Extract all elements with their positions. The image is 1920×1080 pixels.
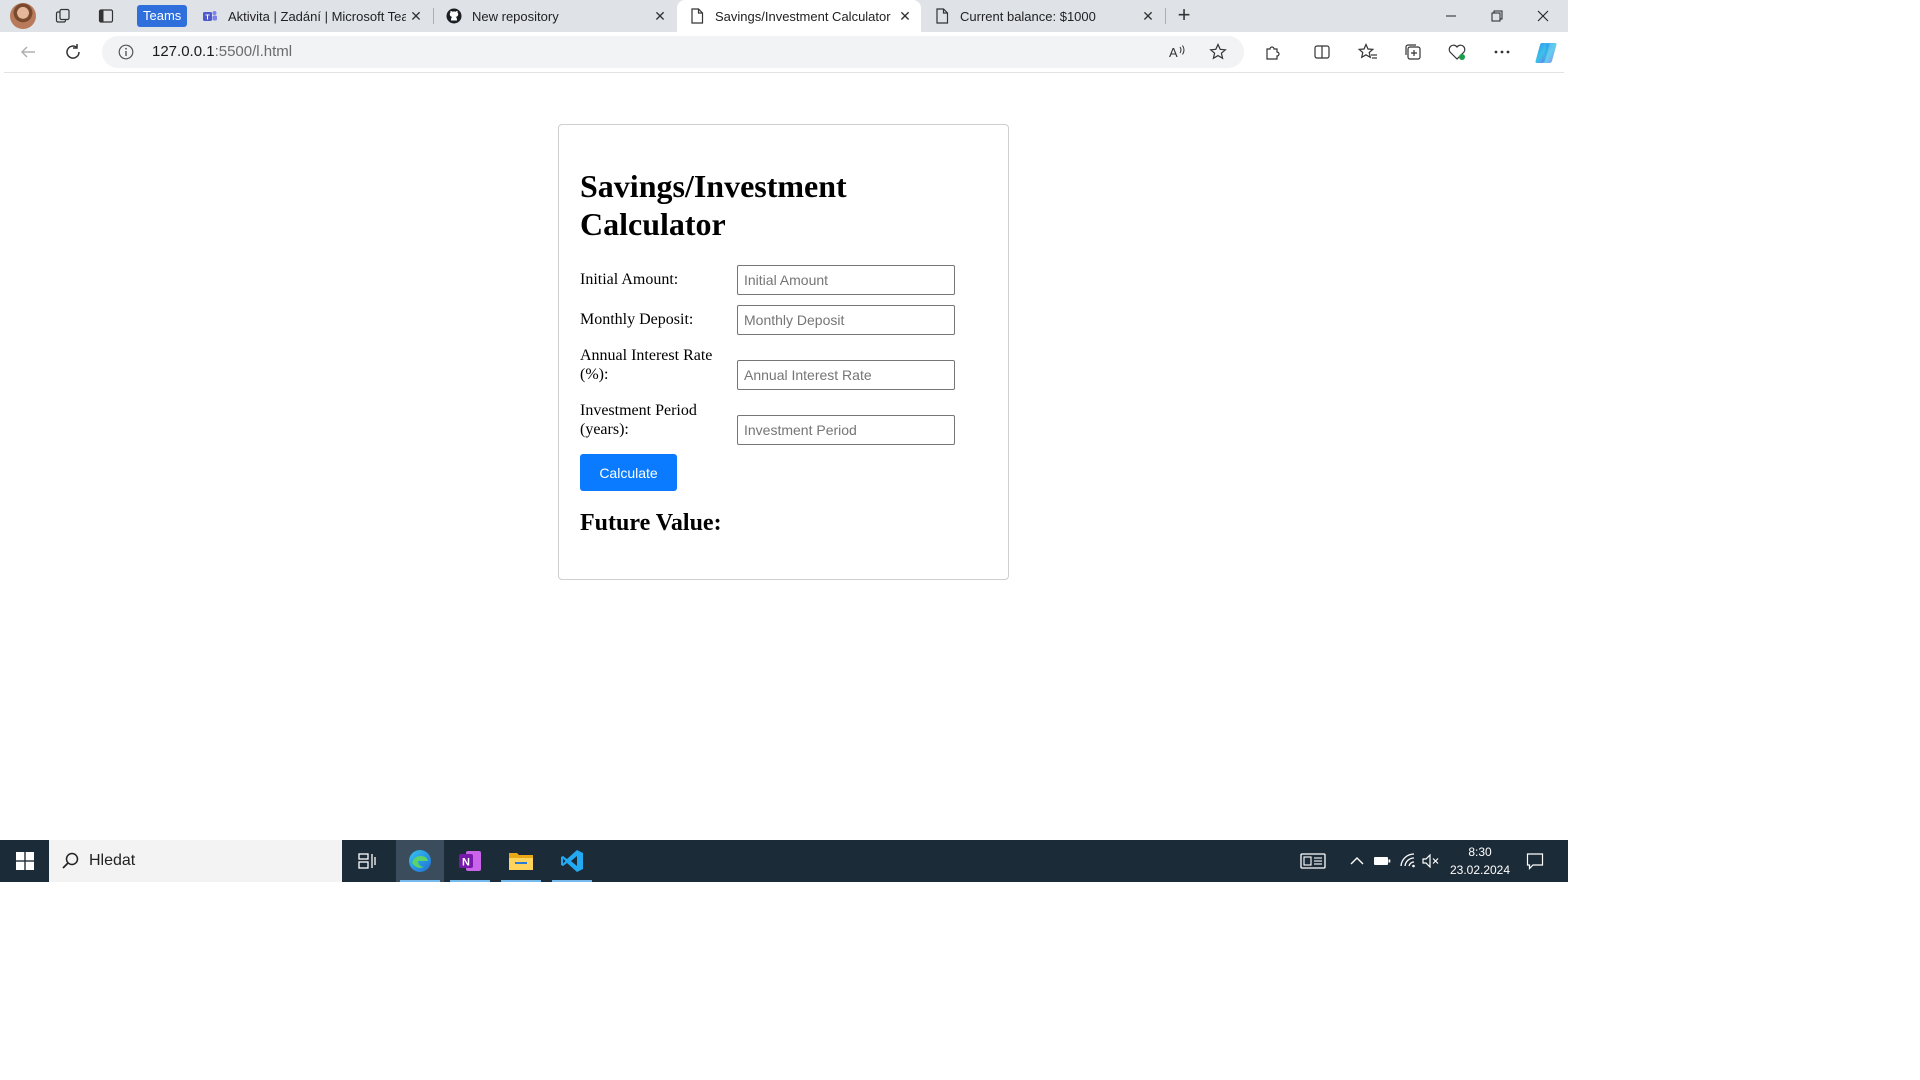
close-tab-icon[interactable]: ✕ xyxy=(406,8,426,25)
favorite-star-icon[interactable] xyxy=(1206,40,1230,64)
github-icon xyxy=(446,8,462,24)
monthly-deposit-label: Monthly Deposit: xyxy=(580,311,694,328)
tab-bar: Teams T Aktivita | Zadání | Microsoft Te… xyxy=(0,0,1568,32)
tab-title: Aktivita | Zadání | Microsoft Teams xyxy=(228,8,406,24)
investment-period-label: Investment Period (years): xyxy=(580,402,697,438)
read-aloud-icon[interactable]: A xyxy=(1166,40,1190,64)
monthly-deposit-input[interactable] xyxy=(737,305,955,335)
windows-logo-icon xyxy=(15,852,34,870)
windows-taskbar: Hledat N 8:30 23.02.2024 xyxy=(0,840,1568,882)
teams-icon: T xyxy=(202,8,218,24)
volume-muted-icon[interactable] xyxy=(1421,851,1441,871)
search-placeholder: Hledat xyxy=(89,852,136,869)
page-icon xyxy=(934,8,950,24)
future-value-heading: Future Value: xyxy=(580,510,722,536)
extensions-icon[interactable] xyxy=(1261,40,1285,64)
widgets-icon[interactable] xyxy=(1298,851,1328,871)
active-indicator xyxy=(450,880,490,882)
calculate-button[interactable]: Calculate xyxy=(580,454,677,491)
tab-github[interactable]: New repository ✕ xyxy=(434,0,676,32)
collections-icon[interactable] xyxy=(1401,40,1425,64)
new-tab-button[interactable]: + xyxy=(1172,3,1196,29)
clock-date: 23.02.2024 xyxy=(1449,863,1511,877)
close-window-button[interactable] xyxy=(1520,0,1566,32)
tab-title: New repository xyxy=(472,8,559,24)
annual-interest-rate-label: Annual Interest Rate (%): xyxy=(580,347,713,383)
browser-essentials-icon[interactable] xyxy=(1445,40,1469,64)
copilot-icon[interactable] xyxy=(1533,40,1559,66)
task-view-icon xyxy=(358,853,376,869)
svg-text:N: N xyxy=(462,857,470,869)
folder-icon xyxy=(509,853,533,870)
svg-text:T: T xyxy=(205,14,210,21)
refresh-button[interactable] xyxy=(60,40,86,64)
edge-icon xyxy=(409,850,431,872)
wifi-icon[interactable] xyxy=(1397,851,1419,871)
teams-badge[interactable]: Teams xyxy=(137,5,188,27)
close-tab-icon[interactable]: ✕ xyxy=(895,8,915,25)
investment-period-input[interactable] xyxy=(737,415,955,445)
back-button[interactable] xyxy=(15,40,41,64)
workspaces-icon[interactable] xyxy=(50,4,76,28)
task-view-button[interactable] xyxy=(343,840,391,882)
active-indicator xyxy=(400,880,440,882)
favorites-icon[interactable] xyxy=(1356,40,1380,64)
page-icon xyxy=(689,8,705,24)
profile-avatar[interactable] xyxy=(10,3,36,29)
vscode-icon xyxy=(561,850,583,872)
system-clock[interactable]: 8:30 23.02.2024 xyxy=(1444,843,1516,879)
tab-savings-calculator[interactable]: Savings/Investment Calculator ✕ xyxy=(677,0,921,32)
onenote-icon: N xyxy=(459,851,481,871)
initial-amount-input[interactable] xyxy=(737,265,955,295)
calculator-title: Savings/Investment Calculator xyxy=(580,168,847,242)
page-viewport: Savings/Investment Calculator Initial Am… xyxy=(4,72,1564,838)
url-text: 127.0.0.1:5500/l.html xyxy=(152,43,292,60)
url-host: 127.0.0.1 xyxy=(152,43,215,60)
tab-actions-icon[interactable] xyxy=(93,4,119,28)
restore-button[interactable] xyxy=(1474,0,1520,32)
chevron-up-icon[interactable] xyxy=(1349,851,1365,871)
browser-toolbar: 127.0.0.1:5500/l.html A xyxy=(0,32,1568,72)
taskbar-search[interactable]: Hledat xyxy=(49,840,342,882)
taskbar-onenote[interactable]: N xyxy=(446,840,494,882)
active-indicator xyxy=(501,880,541,882)
search-icon xyxy=(61,851,81,871)
svg-text:A: A xyxy=(1169,45,1178,60)
minimize-button[interactable] xyxy=(1428,0,1474,32)
close-tab-icon[interactable]: ✕ xyxy=(1138,8,1158,25)
taskbar-file-explorer[interactable] xyxy=(497,840,545,882)
address-bar[interactable]: 127.0.0.1:5500/l.html A xyxy=(102,36,1244,68)
taskbar-vscode[interactable] xyxy=(548,840,596,882)
notifications-icon[interactable] xyxy=(1524,851,1546,871)
initial-amount-label: Initial Amount: xyxy=(580,271,679,288)
more-options-icon[interactable] xyxy=(1490,40,1514,64)
calculator-card: Savings/Investment Calculator Initial Am… xyxy=(558,124,1009,580)
url-path: :5500/l.html xyxy=(214,43,293,60)
tab-separator xyxy=(1165,8,1166,24)
active-indicator xyxy=(552,880,592,882)
close-tab-icon[interactable]: ✕ xyxy=(650,8,670,25)
site-info-icon[interactable] xyxy=(118,44,134,60)
taskbar-edge[interactable] xyxy=(396,840,444,882)
tab-current-balance[interactable]: Current balance: $1000 ✕ xyxy=(922,0,1164,32)
annual-interest-rate-input[interactable] xyxy=(737,360,955,390)
tab-title: Current balance: $1000 xyxy=(960,8,1096,24)
battery-icon[interactable] xyxy=(1372,851,1392,871)
start-button[interactable] xyxy=(0,840,49,882)
tab-teams[interactable]: T Aktivita | Zadání | Microsoft Teams ✕ xyxy=(190,0,432,32)
split-screen-icon[interactable] xyxy=(1310,40,1334,64)
clock-time: 8:30 xyxy=(1468,845,1492,859)
tab-title: Savings/Investment Calculator xyxy=(715,8,891,24)
